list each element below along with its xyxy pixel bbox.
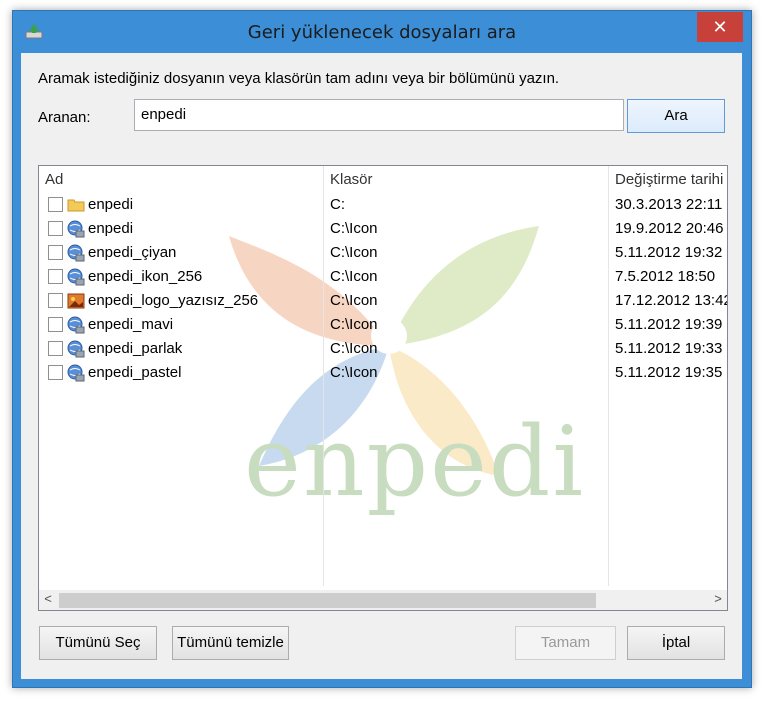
scroll-thumb[interactable] — [59, 593, 596, 608]
horizontal-scrollbar[interactable]: < > — [39, 590, 727, 610]
row-checkbox[interactable] — [48, 317, 63, 332]
file-name: enpedi — [88, 196, 134, 213]
row-checkbox[interactable] — [48, 221, 63, 236]
results-list[interactable]: enpedi Ad Klasör Değiştirme tarihi enped… — [38, 165, 728, 611]
clear-all-button[interactable]: Tümünü temizle — [172, 626, 289, 660]
file-name: enpedi_pastel — [88, 364, 182, 381]
title-bar[interactable]: Geri yüklenecek dosyaları ara ✕ — [13, 11, 751, 53]
row-checkbox[interactable] — [48, 341, 63, 356]
row-checkbox[interactable] — [48, 269, 63, 284]
search-label: Aranan: — [38, 109, 91, 126]
row-checkbox[interactable] — [48, 293, 63, 308]
folder-icon — [67, 196, 85, 214]
globe-icon — [67, 364, 85, 382]
modified-date: 17.12.2012 13:42 — [615, 292, 728, 309]
scroll-right-arrow[interactable]: > — [709, 591, 727, 606]
search-button[interactable]: Ara — [627, 99, 725, 133]
dialog-title: Geri yüklenecek dosyaları ara — [247, 22, 517, 43]
cancel-button[interactable]: İptal — [627, 626, 725, 660]
folder-path: C:\Icon — [330, 292, 378, 309]
file-name: enpedi_logo_yazısız_256 — [88, 292, 259, 309]
globe-icon — [67, 268, 85, 286]
restore-search-dialog: Geri yüklenecek dosyaları ara ✕ Aramak i… — [12, 10, 752, 688]
row-checkbox[interactable] — [48, 197, 63, 212]
column-header-folder[interactable]: Klasör — [324, 166, 608, 192]
globe-icon — [67, 340, 85, 358]
watermark-text: enpedi — [244, 406, 586, 518]
folder-path: C:\Icon — [330, 220, 378, 237]
row-checkbox[interactable] — [48, 245, 63, 260]
instruction-text: Aramak istediğiniz dosyanın veya klasörü… — [38, 70, 560, 87]
table-row[interactable]: enpedi C:\Icon 19.9.2012 20:46 — [39, 218, 727, 242]
globe-icon — [67, 220, 85, 238]
scroll-left-arrow[interactable]: < — [39, 591, 57, 606]
column-header-name[interactable]: Ad — [39, 166, 323, 192]
modified-date: 5.11.2012 19:39 — [615, 316, 723, 333]
select-all-button[interactable]: Tümünü Seç — [39, 626, 157, 660]
modified-date: 7.5.2012 18:50 — [615, 268, 716, 285]
modified-date: 5.11.2012 19:35 — [615, 364, 723, 381]
file-name: enpedi_parlak — [88, 340, 183, 357]
folder-path: C:\Icon — [330, 340, 378, 357]
column-header-modified[interactable]: Değiştirme tarihi — [609, 166, 727, 192]
ok-button[interactable]: Tamam — [515, 626, 616, 660]
image-icon — [67, 292, 85, 310]
file-name: enpedi_çiyan — [88, 244, 177, 261]
row-checkbox[interactable] — [48, 365, 63, 380]
folder-path: C: — [330, 196, 345, 213]
file-name: enpedi — [88, 220, 134, 237]
table-row[interactable]: enpedi_parlak C:\Icon 5.11.2012 19:33 — [39, 338, 727, 362]
folder-path: C:\Icon — [330, 316, 378, 333]
file-name: enpedi_ikon_256 — [88, 268, 203, 285]
table-row[interactable]: enpedi_ikon_256 C:\Icon 7.5.2012 18:50 — [39, 266, 727, 290]
modified-date: 30.3.2013 22:11 — [615, 196, 723, 213]
file-name: enpedi_mavi — [88, 316, 174, 333]
modified-date: 19.9.2012 20:46 — [615, 220, 724, 237]
globe-icon — [67, 244, 85, 262]
folder-path: C:\Icon — [330, 364, 378, 381]
globe-icon — [67, 316, 85, 334]
close-button[interactable]: ✕ — [697, 12, 743, 42]
folder-path: C:\Icon — [330, 268, 378, 285]
table-row[interactable]: enpedi_logo_yazısız_256 C:\Icon 17.12.2012… — [39, 290, 727, 314]
table-row[interactable]: enpedi C: 30.3.2013 22:11 — [39, 194, 727, 218]
table-row[interactable]: enpedi_mavi C:\Icon 5.11.2012 19:39 — [39, 314, 727, 338]
folder-path: C:\Icon — [330, 244, 378, 261]
modified-date: 5.11.2012 19:32 — [615, 244, 723, 261]
table-row[interactable]: enpedi_çiyan C:\Icon 5.11.2012 19:32 — [39, 242, 727, 266]
table-row[interactable]: enpedi_pastel C:\Icon 5.11.2012 19:35 — [39, 362, 727, 386]
modified-date: 5.11.2012 19:33 — [615, 340, 723, 357]
search-input[interactable]: enpedi — [134, 99, 624, 131]
dialog-body: Aramak istediğiniz dosyanın veya klasörü… — [21, 53, 742, 679]
